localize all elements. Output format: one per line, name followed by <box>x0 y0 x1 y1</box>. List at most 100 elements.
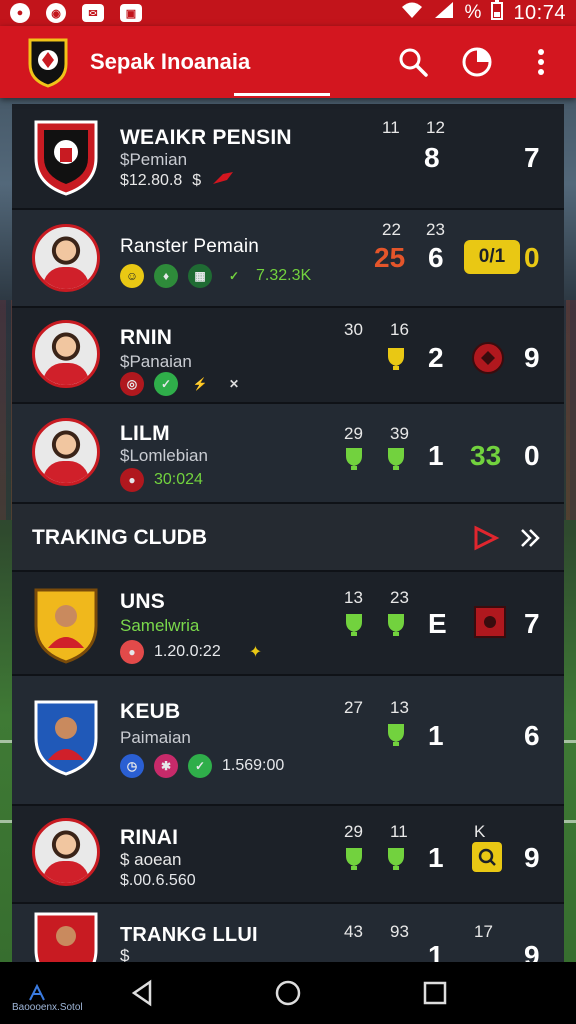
stat-total: 6 <box>524 720 540 751</box>
stat-header: 13 <box>390 698 409 717</box>
club-name: UNS <box>120 590 165 613</box>
stat-total: 0 <box>524 440 540 471</box>
club-crest-icon <box>34 912 98 962</box>
player-role: $Panaian <box>120 352 192 371</box>
system-nav-bar: Baoooenx.Sotol <box>0 962 576 1024</box>
list-item[interactable]: RNIN $Panaian ◎ ✓ ⚡ ✕ 30 16 2 9 <box>12 308 564 404</box>
stat-value: 1 <box>428 940 444 962</box>
stat-value: 25 <box>374 242 406 273</box>
sparkle-icon: ✦ <box>248 644 263 661</box>
avatar <box>32 320 100 388</box>
club-crest-icon <box>34 120 98 196</box>
club-badge-icon: ◎ <box>120 372 144 396</box>
player-name: LILM <box>120 422 170 445</box>
stat-header: 39 <box>390 424 409 443</box>
stat-header: 13 <box>344 588 363 607</box>
club-name: KEUB <box>120 700 181 723</box>
notification-icon: ● <box>10 3 30 23</box>
status-bar: ● ◉ ✉ ▣ % 10:74 <box>0 0 576 26</box>
list-item[interactable]: UNS Samelwria ● 1.20.0:22 ✦ 13 23 E 7 <box>12 572 564 676</box>
watermark-text: Baoooenx.Sotol <box>12 1002 83 1013</box>
club-crest-icon <box>34 700 98 776</box>
search-icon[interactable] <box>396 45 430 79</box>
avatar <box>32 418 100 486</box>
trophy-icon <box>346 614 362 636</box>
message-icon: ✉ <box>82 4 104 22</box>
flag-icon[interactable] <box>472 524 500 557</box>
stat-total: 7 <box>524 608 540 639</box>
stat-value: 8 <box>424 142 440 173</box>
club-subtitle: $ <box>120 946 130 962</box>
player-list[interactable]: WEAIKR PENSIN $Pemian $12.80.8 $ 11 12 8… <box>12 104 564 962</box>
club-logo-icon <box>28 38 68 88</box>
stat-header: 23 <box>426 220 445 239</box>
player-name: WEAIKR PENSIN <box>120 126 292 149</box>
tab-indicator <box>234 93 330 96</box>
club-value: $.00.6.560 <box>120 872 196 889</box>
trophy-icon <box>388 348 404 370</box>
trophy-icon <box>388 614 404 636</box>
stat-total: 0 <box>524 242 540 273</box>
badge-icon: ☺ <box>120 264 144 288</box>
list-item[interactable]: TRANKG LLUI $ 43 93 17 1 9 <box>12 904 564 962</box>
stat-header: K <box>474 822 486 841</box>
verified-icon: ✓ <box>188 754 212 778</box>
stats-chart-icon[interactable] <box>460 45 494 79</box>
stat-total: 7 <box>524 142 540 173</box>
stat-value: 6 <box>428 242 444 273</box>
check-icon: ✓ <box>228 269 240 283</box>
stat-total: 9 <box>524 842 540 873</box>
club-value: 1.20.0:22 <box>154 643 221 660</box>
stat-header: 11 <box>382 118 400 137</box>
stat-header: 22 <box>382 220 401 239</box>
player-name: Ranster Pemain <box>120 236 260 257</box>
signal-icon <box>433 1 455 25</box>
chevron-right-icon[interactable] <box>518 526 542 555</box>
stat-header: 16 <box>390 320 409 339</box>
player-value: 7.32.3K <box>256 267 312 284</box>
stat-header: 43 <box>344 922 363 941</box>
battery-percent: % <box>464 2 482 23</box>
home-icon[interactable] <box>273 978 303 1008</box>
list-item[interactable]: WEAIKR PENSIN $Pemian $12.80.8 $ 11 12 8… <box>12 104 564 210</box>
avatar <box>32 224 100 292</box>
player-role: $Pemian <box>120 150 188 169</box>
stat-value: 1 <box>428 842 444 873</box>
club-subtitle: $ aoean <box>120 850 182 869</box>
back-icon[interactable] <box>128 978 158 1008</box>
cross-icon: ✕ <box>228 377 240 391</box>
star-icon: ✱ <box>154 754 178 778</box>
stat-header: 27 <box>344 698 363 717</box>
trophy-icon <box>388 448 404 470</box>
photo-icon: ▣ <box>120 4 142 22</box>
app-bar: Sepak Inoanaia <box>0 26 576 98</box>
list-item[interactable]: KEUB Paimaian ◷ ✱ ✓ 1.569:00 27 13 1 6 <box>12 676 564 806</box>
list-item[interactable]: Ranster Pemain ☺ ♦ ▦ ✓ 7.32.3K 22 23 25 … <box>12 210 564 308</box>
slash-icon: ⚡ <box>192 377 208 391</box>
trophy-icon <box>346 448 362 470</box>
list-item[interactable]: LILM $Lomlebian ● 30:024 29 39 1 33 0 <box>12 404 564 504</box>
stat-value: 1 <box>428 720 444 751</box>
section-title: TRAKING CLUDB <box>32 526 207 549</box>
verified-icon: ✓ <box>154 372 178 396</box>
stat-value: E <box>428 608 447 639</box>
more-options-icon[interactable] <box>524 45 558 79</box>
stat-header: 17 <box>474 922 493 941</box>
player-value: $12.80.8 <box>120 171 183 189</box>
app-title: Sepak Inoanaia <box>90 49 251 74</box>
record-icon: ● <box>120 640 144 664</box>
recents-icon[interactable] <box>420 978 450 1008</box>
player-role: $Lomlebian <box>120 446 208 465</box>
stat-header: 93 <box>390 922 409 941</box>
stat-header: 30 <box>344 320 363 339</box>
stat-header: 12 <box>426 118 445 137</box>
search-badge-icon <box>472 842 502 872</box>
stat-header: 29 <box>344 822 363 841</box>
clock: 10:74 <box>513 1 566 24</box>
stat-value: 1 <box>428 440 444 471</box>
red-card-icon <box>472 342 504 374</box>
battery-icon <box>491 0 504 26</box>
club-name: RINAI <box>120 826 179 849</box>
wifi-icon <box>401 1 423 25</box>
list-item[interactable]: RINAI $ aoean $.00.6.560 29 11 K 1 9 <box>12 806 564 904</box>
